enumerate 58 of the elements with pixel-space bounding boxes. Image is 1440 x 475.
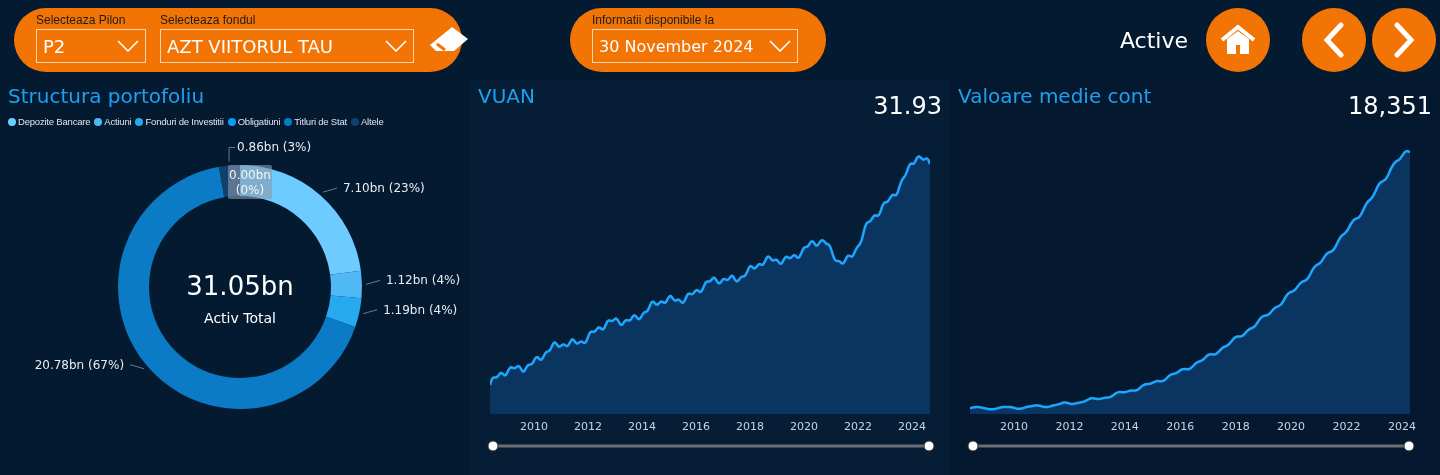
axis-label: 2024 <box>898 420 926 433</box>
kpi-value: 31.93 <box>873 92 942 120</box>
legend-item: Actiuni <box>94 116 132 127</box>
data-label: 0.86bn (3%) <box>237 140 312 155</box>
legend-item: Depozite Bancare <box>8 116 91 127</box>
pilon-dropdown[interactable]: P2 <box>36 29 146 63</box>
legend-item: Fonduri de Investitii <box>135 116 224 127</box>
axis-label: 2014 <box>628 420 656 433</box>
data-label: 20.78bn (67%) <box>34 357 125 372</box>
total-label: Activ Total <box>204 310 276 326</box>
fund-dropdown[interactable]: AZT VIITORUL TAU <box>160 29 414 63</box>
legend-item: Altele <box>350 116 384 127</box>
leader-line <box>365 279 381 285</box>
axis-label: 2018 <box>736 420 764 433</box>
slider-handle[interactable] <box>923 440 935 452</box>
filter-label: Informatii disponibile la <box>592 13 716 27</box>
axis-label: 2014 <box>1110 420 1139 433</box>
leader-line <box>228 147 236 162</box>
filter-label: Selecteaza Pilon <box>36 13 127 27</box>
axis-label: 2010 <box>1000 420 1028 433</box>
chart-title: VUAN <box>478 84 535 108</box>
slider-handle[interactable] <box>967 440 979 452</box>
axis-label: 2022 <box>844 420 872 433</box>
axis-label: 2010 <box>520 420 548 433</box>
chevron-right-icon <box>1392 22 1416 58</box>
axis-label: 2020 <box>1277 420 1306 433</box>
leader-line <box>322 187 338 193</box>
kpi-value: 18,351 <box>1348 92 1432 120</box>
axis-label: 2022 <box>1332 420 1361 433</box>
legend-item: Obligatiuni <box>227 116 281 127</box>
total-value: 31.05bn <box>186 271 294 301</box>
page-title: Active <box>1119 27 1188 53</box>
axis-label: 2012 <box>574 420 602 433</box>
home-icon <box>1220 24 1256 56</box>
filter-label: Selecteaza fondul <box>160 13 257 27</box>
axis-label: 2016 <box>1166 420 1195 433</box>
chevron-left-icon <box>1322 22 1346 58</box>
data-label: 0.00bn <box>229 168 271 182</box>
axis-label: 2024 <box>1387 420 1416 433</box>
panel-title: Structura portofoliu <box>8 84 206 108</box>
data-label: (0%) <box>235 183 265 197</box>
axis-label: 2012 <box>1055 420 1084 433</box>
slider-handle[interactable] <box>1403 440 1415 452</box>
chevron-down-icon <box>117 40 139 52</box>
axis-label: 2018 <box>1221 420 1250 433</box>
chevron-down-icon <box>769 40 791 52</box>
data-label: 1.12bn (4%) <box>385 273 461 288</box>
axis-label: 2020 <box>790 420 818 433</box>
leader-line <box>129 364 145 370</box>
leader-line <box>362 309 378 315</box>
slider-handle[interactable] <box>487 440 499 452</box>
legend-item: Titluri de Stat <box>284 116 347 127</box>
date-dropdown[interactable]: 30 November 2024 <box>592 29 798 63</box>
chevron-down-icon <box>385 40 407 52</box>
data-label: 1.19bn (4%) <box>383 302 458 317</box>
data-label: 7.10bn (23%) <box>342 181 425 196</box>
chart-title: Valoare medie cont <box>958 84 1152 108</box>
axis-label: 2016 <box>682 420 710 433</box>
